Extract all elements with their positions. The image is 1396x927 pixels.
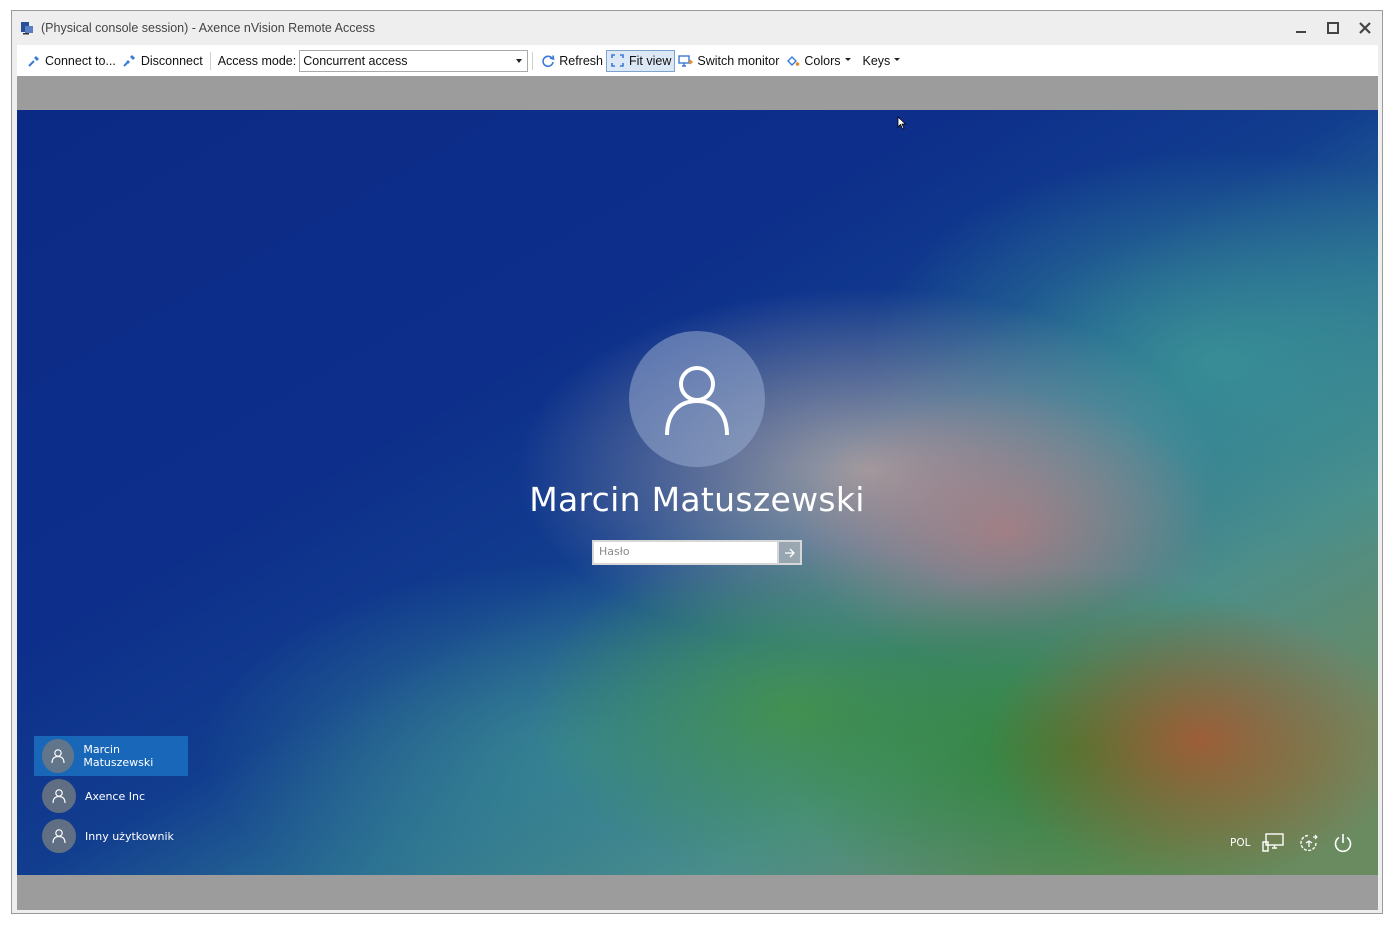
- user-avatar-large: [629, 331, 765, 467]
- fit-view-icon: [610, 53, 625, 68]
- title-bar: (Physical console session) - Axence nVis…: [12, 11, 1382, 45]
- login-user-name: Marcin Matuszewski: [529, 480, 865, 519]
- user-tile[interactable]: Marcin Matuszewski: [34, 736, 188, 776]
- language-indicator[interactable]: POL: [1230, 837, 1250, 849]
- arrow-right-icon: [784, 548, 795, 557]
- remote-screen[interactable]: Marcin Matuszewski Hasło Marcin Matuszew…: [17, 110, 1378, 875]
- user-tile[interactable]: Axence Inc: [34, 776, 188, 816]
- switch-monitor-label: Switch monitor: [697, 53, 780, 68]
- app-icon: [20, 21, 34, 35]
- toolbar: Connect to... Disconnect Access mode: Co…: [17, 45, 1378, 76]
- chevron-down-icon: [516, 58, 523, 63]
- refresh-icon: [540, 53, 555, 68]
- keys-label: Keys: [862, 53, 891, 68]
- power-icon[interactable]: [1332, 832, 1354, 854]
- user-tile-name: Marcin Matuszewski: [83, 743, 154, 769]
- minimize-icon[interactable]: [1294, 21, 1308, 35]
- toolbar-separator: [532, 51, 534, 70]
- dropdown-caret-icon: [894, 58, 901, 61]
- dropdown-caret-icon: [844, 58, 851, 61]
- user-avatar-icon: [42, 779, 76, 813]
- submit-arrow-button[interactable]: [779, 540, 802, 565]
- access-mode-select[interactable]: Concurrent access: [299, 49, 529, 72]
- refresh-button[interactable]: Refresh: [537, 50, 606, 72]
- toolbar-separator: [209, 51, 211, 70]
- keys-menu[interactable]: Keys: [860, 50, 904, 72]
- window-title: (Physical console session) - Axence nVis…: [41, 21, 375, 35]
- colors-menu[interactable]: Colors: [782, 50, 853, 72]
- disconnect-label: Disconnect: [140, 53, 203, 68]
- user-tile-name: Inny użytkownik: [85, 829, 174, 843]
- user-avatar-icon: [42, 819, 76, 853]
- ease-of-access-icon[interactable]: [1298, 832, 1320, 854]
- switch-monitor-button[interactable]: Switch monitor: [675, 50, 782, 72]
- window-controls: [1294, 11, 1372, 45]
- plug-connect-icon: [26, 53, 41, 68]
- close-icon[interactable]: [1358, 21, 1372, 35]
- access-mode-label: Access mode:: [217, 53, 297, 68]
- mouse-cursor-icon: [897, 116, 907, 135]
- network-icon[interactable]: [1262, 832, 1286, 854]
- user-icon: [665, 366, 729, 436]
- remote-viewport: Marcin Matuszewski Hasło Marcin Matuszew…: [17, 76, 1378, 910]
- remote-access-window: (Physical console session) - Axence nVis…: [11, 10, 1383, 914]
- colors-label: Colors: [804, 53, 841, 68]
- monitor-switch-icon: [678, 53, 694, 68]
- fit-view-button[interactable]: Fit view: [606, 49, 676, 72]
- password-input[interactable]: Hasło: [592, 540, 779, 565]
- disconnect-button[interactable]: Disconnect: [119, 50, 206, 72]
- user-switch-list: Marcin Matuszewski Axence Inc Inny użytk…: [34, 736, 188, 856]
- fit-view-label: Fit view: [629, 53, 672, 68]
- user-tile[interactable]: Inny użytkownik: [34, 816, 188, 856]
- connect-label: Connect to...: [45, 53, 116, 68]
- connect-button[interactable]: Connect to...: [23, 50, 119, 72]
- plug-disconnect-icon: [122, 53, 137, 68]
- system-tray: POL: [1230, 832, 1354, 854]
- paint-bucket-icon: [785, 53, 800, 68]
- maximize-icon[interactable]: [1326, 21, 1340, 35]
- refresh-label: Refresh: [559, 53, 604, 68]
- user-avatar-icon: [42, 739, 75, 773]
- user-tile-name: Axence Inc: [85, 789, 146, 803]
- access-mode-value: Concurrent access: [303, 53, 408, 68]
